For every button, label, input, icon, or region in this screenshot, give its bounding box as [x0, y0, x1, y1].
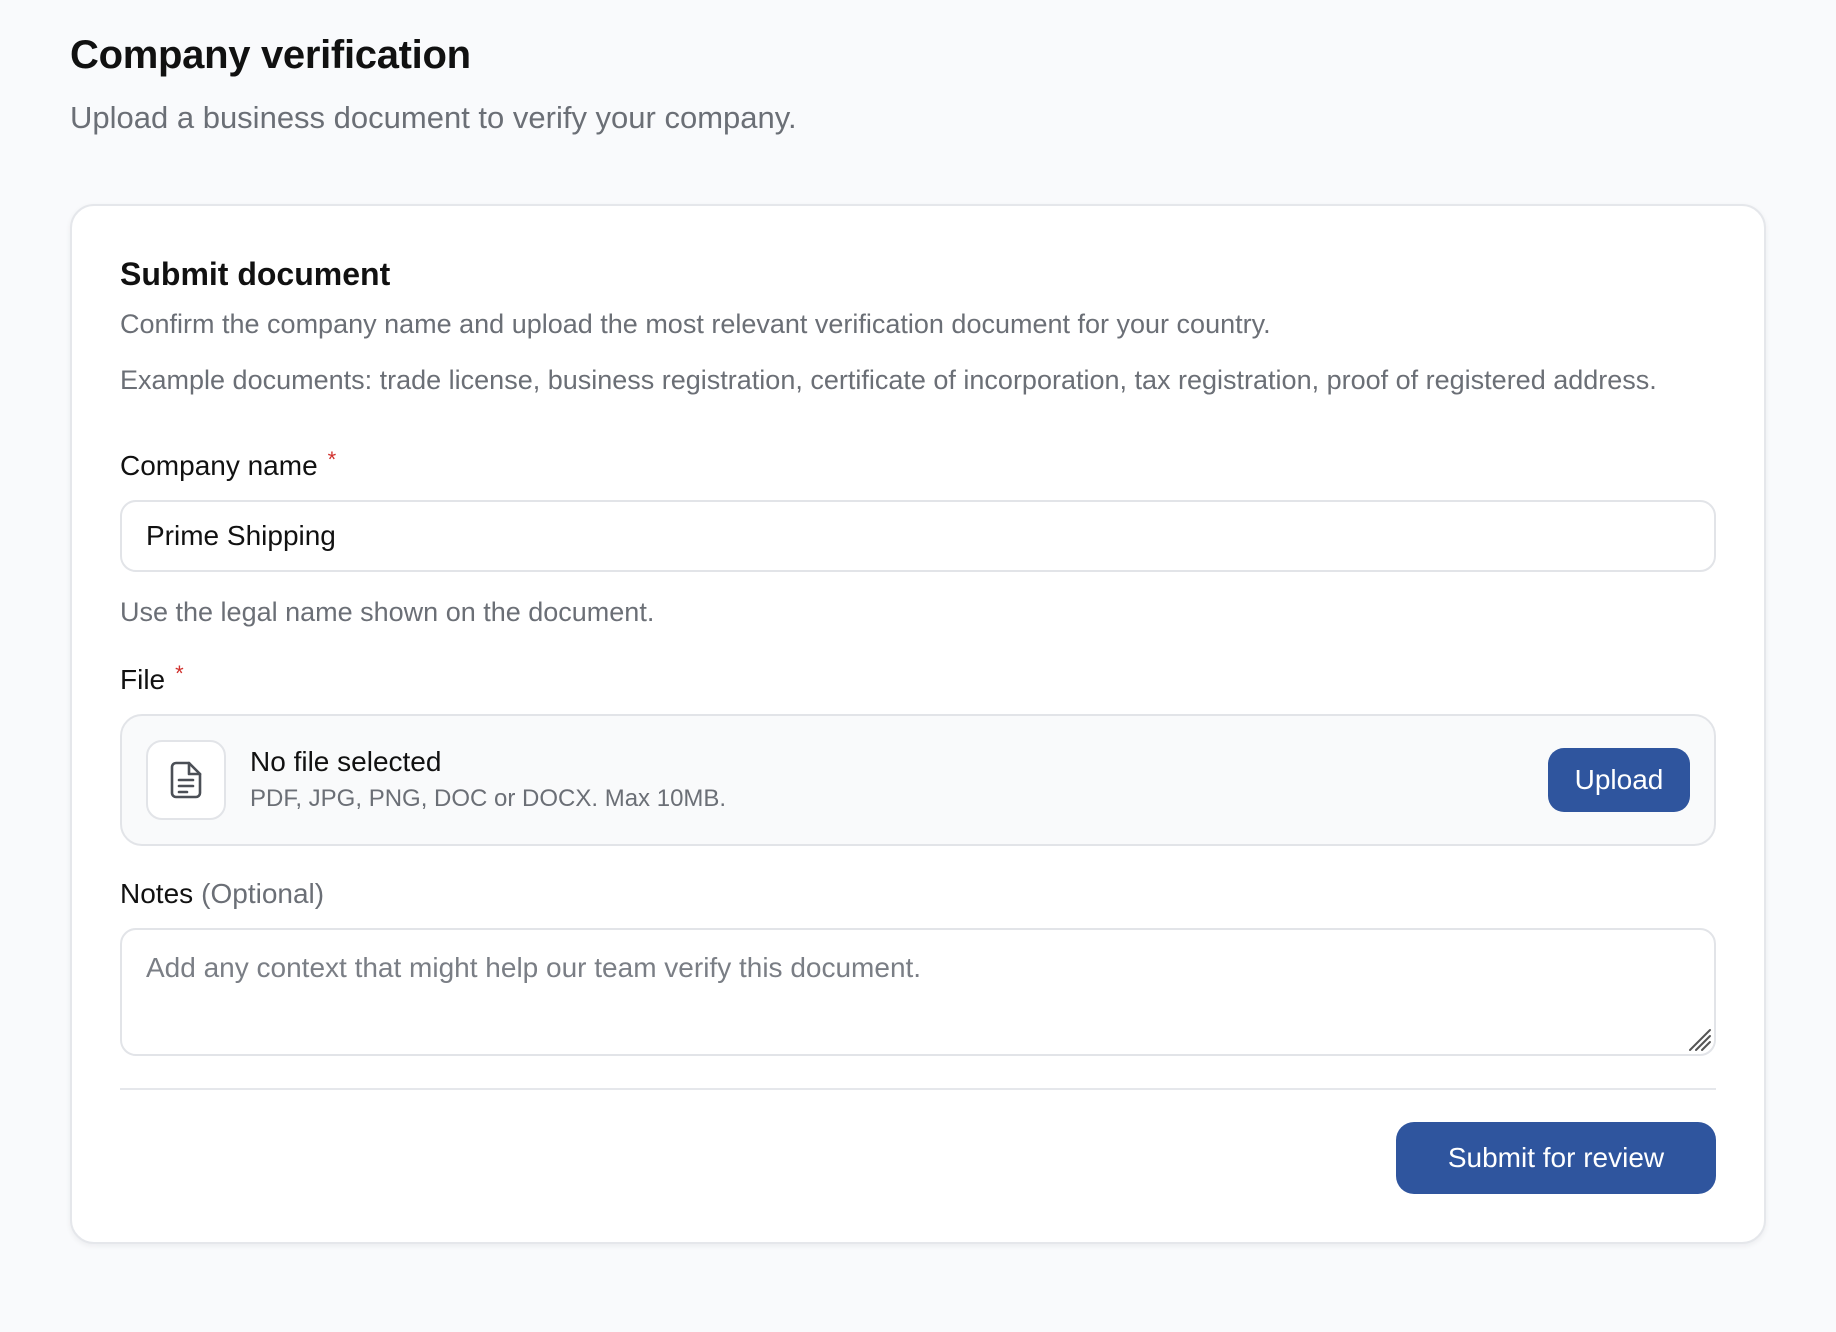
page-title: Company verification [70, 33, 471, 77]
card-examples: Example documents: trade license, busine… [120, 365, 1657, 395]
file-info: No file selected PDF, JPG, PNG, DOC or D… [250, 744, 1548, 816]
card-description: Confirm the company name and upload the … [120, 309, 1271, 339]
file-label-text: File [120, 664, 166, 695]
notes-label-text: Notes [120, 878, 194, 909]
card-footer: Submit for review [120, 1122, 1716, 1194]
document-icon [146, 740, 226, 820]
file-label: File * [120, 660, 1716, 700]
submit-document-card: Submit document Confirm the company name… [70, 204, 1766, 1244]
company-name-value: Prime Shipping [146, 520, 336, 551]
company-name-label: Company name * [120, 446, 1716, 486]
notes-label: Notes (Optional) [120, 874, 1716, 914]
notes-textarea[interactable]: Add any context that might help our team… [120, 928, 1716, 1056]
resize-handle-icon[interactable] [1686, 1026, 1712, 1052]
submit-for-review-button[interactable]: Submit for review [1396, 1122, 1716, 1194]
required-marker: * [175, 661, 184, 686]
company-name-helper: Use the legal name shown on the document… [120, 597, 655, 627]
optional-tag: (Optional) [201, 878, 325, 909]
file-dropzone[interactable]: No file selected PDF, JPG, PNG, DOC or D… [120, 714, 1716, 846]
divider [120, 1088, 1716, 1090]
file-status: No file selected [250, 746, 442, 777]
required-marker: * [327, 447, 337, 472]
page-subtitle: Upload a business document to verify you… [70, 100, 797, 135]
company-name-input[interactable]: Prime Shipping [120, 500, 1716, 572]
company-name-label-text: Company name [120, 450, 318, 481]
upload-button[interactable]: Upload [1548, 748, 1690, 812]
page: Company verification Upload a business d… [0, 0, 1836, 1332]
card-title: Submit document [120, 256, 391, 292]
notes-placeholder: Add any context that might help our team… [146, 952, 922, 983]
file-hint: PDF, JPG, PNG, DOC or DOCX. Max 10MB. [250, 785, 727, 812]
